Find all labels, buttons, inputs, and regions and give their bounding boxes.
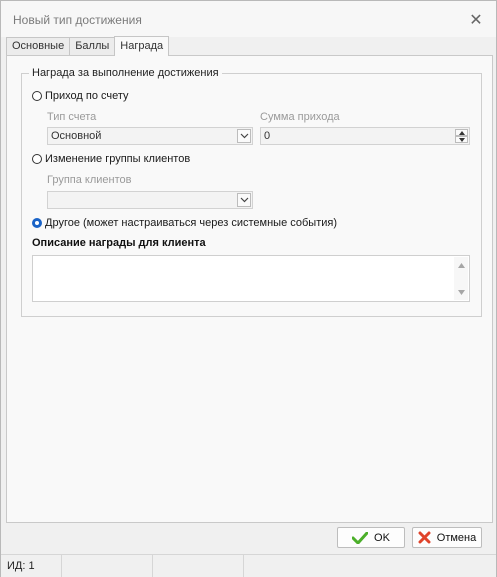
radio-client-group-change[interactable]: Изменение группы клиентов [32, 153, 190, 165]
triangle-down-icon [458, 137, 465, 142]
cancel-button-label: Отмена [436, 531, 477, 544]
amount-spinner[interactable]: 0 [260, 127, 470, 145]
description-scrollbar[interactable] [454, 257, 468, 300]
amount-increment-button[interactable] [455, 129, 468, 136]
amount-value: 0 [264, 130, 271, 142]
ok-button-label: OK [374, 531, 390, 544]
status-cell-2 [61, 555, 153, 577]
scroll-down-icon[interactable] [454, 286, 468, 298]
chevron-down-icon [240, 197, 248, 203]
dialog-window: Новый тип достижения ✕ Основные Баллы На… [0, 0, 497, 577]
radio-other-indicator [32, 218, 42, 228]
tab-reward[interactable]: Награда [114, 36, 170, 56]
ok-button[interactable]: OK [337, 527, 405, 548]
check-icon [352, 531, 369, 544]
scroll-up-icon[interactable] [454, 259, 468, 271]
status-cell-3 [152, 555, 244, 577]
radio-account-income-label: Приход по счету [45, 90, 129, 102]
radio-client-group-change-indicator [32, 154, 42, 164]
record-id: ИД: 1 [7, 560, 35, 572]
close-button[interactable]: ✕ [464, 9, 488, 31]
client-group-dropdown-button[interactable] [237, 193, 251, 207]
account-type-combo[interactable]: Основной [47, 127, 253, 145]
triangle-up-icon [458, 130, 465, 135]
account-type-dropdown-button[interactable] [237, 129, 251, 143]
client-group-combo[interactable] [47, 191, 253, 209]
description-label: Описание награды для клиента [32, 237, 206, 249]
reward-group-title: Награда за выполнение достижения [29, 67, 222, 79]
tab-panel-reward: Награда за выполнение достижения Приход … [6, 55, 493, 523]
account-type-value: Основной [51, 130, 102, 142]
status-bar: ИД: 1 [1, 554, 496, 577]
description-textarea[interactable] [32, 255, 470, 302]
radio-other-label: Другое (может настраиваться через систем… [45, 217, 338, 229]
radio-account-income[interactable]: Приход по счету [32, 90, 129, 102]
radio-other[interactable]: Другое (может настраиваться через систем… [32, 217, 337, 229]
amount-label: Сумма прихода [260, 111, 340, 123]
reward-group: Награда за выполнение достижения Приход … [21, 67, 482, 317]
amount-decrement-button[interactable] [455, 136, 468, 143]
title-bar: Новый тип достижения ✕ [1, 1, 496, 37]
tab-points[interactable]: Баллы [69, 37, 116, 55]
radio-account-income-indicator [32, 91, 42, 101]
chevron-down-icon [240, 133, 248, 139]
tab-main[interactable]: Основные [6, 37, 71, 55]
dialog-button-bar: OK Отмена [1, 523, 496, 553]
client-group-label: Группа клиентов [47, 174, 132, 186]
amount-spin-buttons [455, 129, 468, 143]
status-cell-id: ИД: 1 [1, 555, 62, 577]
cross-icon [418, 531, 431, 544]
window-title: Новый тип достижения [13, 13, 142, 27]
account-type-label: Тип счета [47, 111, 97, 123]
tab-strip: Основные Баллы Награда [6, 36, 170, 56]
radio-client-group-change-label: Изменение группы клиентов [45, 153, 191, 165]
cancel-button[interactable]: Отмена [412, 527, 482, 548]
close-icon: ✕ [469, 12, 483, 29]
